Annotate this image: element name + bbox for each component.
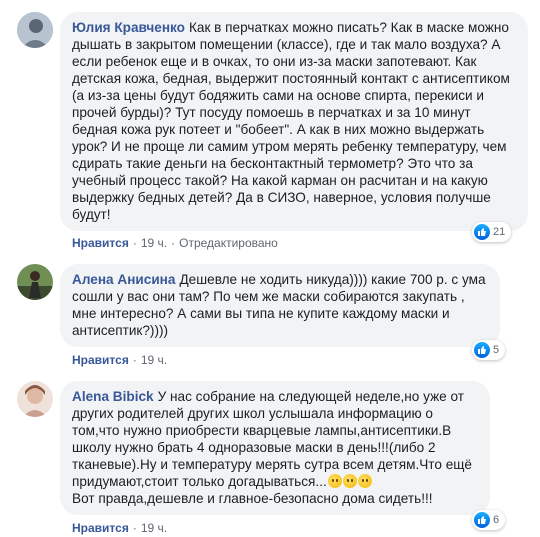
timestamp[interactable]: 19 ч. <box>141 353 167 367</box>
avatar[interactable] <box>17 381 53 417</box>
edited-label: Отредактировано <box>179 236 278 250</box>
timestamp[interactable]: 19 ч. <box>141 521 167 535</box>
avatar-image <box>17 381 53 417</box>
comment-actions: Нравится · 19 ч. · Отредактировано <box>72 236 278 250</box>
reactions-count[interactable]: 5 <box>472 340 506 360</box>
confused-face-icon <box>327 474 342 488</box>
comment-text-line-2: Вот правда,дешевле и главное-безопасно д… <box>72 491 433 506</box>
comment-bubble: Юлия Кравченко Как в перчатках можно писа… <box>60 12 528 231</box>
like-reaction-icon <box>474 224 490 240</box>
comment-text: У нас собрание на следующей неделе,но уж… <box>72 389 472 489</box>
reactions-count[interactable]: 21 <box>472 222 512 242</box>
like-button[interactable]: Нравится <box>72 236 129 250</box>
author-name[interactable]: Alena Bibick <box>72 389 154 404</box>
like-reaction-icon <box>474 342 490 358</box>
like-button[interactable]: Нравится <box>72 353 129 367</box>
comment-actions: Нравится · 19 ч. <box>72 353 168 367</box>
avatar-image <box>17 264 53 300</box>
like-button[interactable]: Нравится <box>72 521 129 535</box>
reactions-count[interactable]: 6 <box>472 510 506 530</box>
avatar[interactable] <box>17 264 53 300</box>
comment-actions: Нравится · 19 ч. <box>72 521 168 535</box>
confused-face-icon <box>342 474 357 488</box>
avatar-image <box>17 12 53 48</box>
author-name[interactable]: Алена Анисина <box>72 272 175 287</box>
comment-text: Как в перчатках можно писать? Как в маск… <box>72 20 510 222</box>
avatar[interactable] <box>17 12 53 48</box>
comment-bubble: Алена Анисина Дешевле не ходить никуда)))… <box>60 264 500 347</box>
confused-face-icon <box>357 474 372 488</box>
author-name[interactable]: Юлия Кравченко <box>72 20 185 35</box>
like-reaction-icon <box>474 512 490 528</box>
timestamp[interactable]: 19 ч. <box>141 236 167 250</box>
comment-bubble: Alena Bibick У нас собрание на следующей … <box>60 381 490 515</box>
